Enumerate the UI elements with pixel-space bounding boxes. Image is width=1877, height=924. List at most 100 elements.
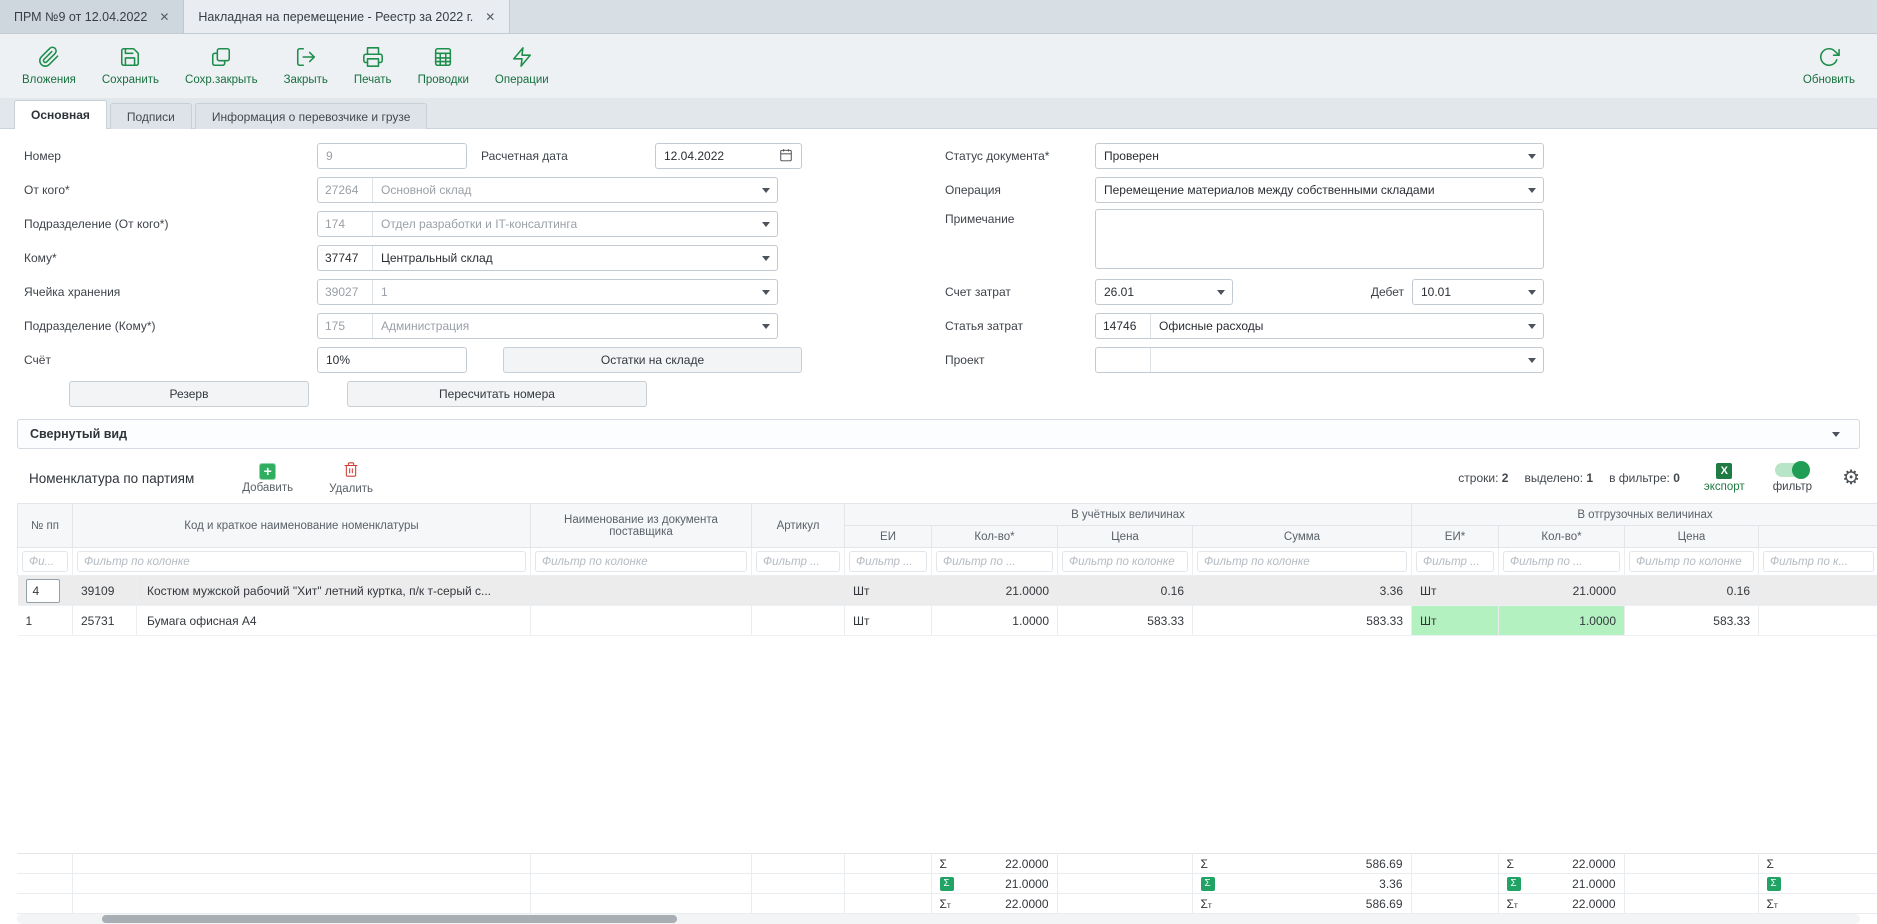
status-select[interactable]: Проверен xyxy=(1095,143,1544,169)
filter-input[interactable] xyxy=(756,551,840,572)
filter-input[interactable] xyxy=(535,551,747,572)
toggle-on-icon[interactable] xyxy=(1775,463,1809,477)
row-qty2-cell[interactable]: 1.0000 xyxy=(1499,606,1625,636)
row-supplier-cell[interactable] xyxy=(531,576,752,606)
operation-select[interactable]: Перемещение материалов между собственным… xyxy=(1095,177,1544,203)
dept-from-combo[interactable]: 174 Отдел разработки и IT-консалтинга xyxy=(317,211,778,237)
calc-date-input[interactable] xyxy=(664,149,773,163)
row-ei2-cell[interactable]: Шт xyxy=(1412,576,1499,606)
col-header-price2[interactable]: Цена xyxy=(1625,526,1759,548)
filter-input[interactable] xyxy=(849,551,927,572)
col-header-price1[interactable]: Цена xyxy=(1058,526,1193,548)
export-excel-button[interactable]: X экспорт xyxy=(1704,463,1745,493)
chevron-down-icon[interactable] xyxy=(1521,188,1543,193)
col-header-sum1[interactable]: Сумма xyxy=(1193,526,1412,548)
cost-item-combo[interactable]: 14746 Офисные расходы xyxy=(1095,313,1544,339)
debit-select[interactable]: 10.01 xyxy=(1412,279,1544,305)
filter-input[interactable] xyxy=(22,551,68,572)
chevron-down-icon[interactable] xyxy=(1521,358,1543,363)
row-num-cell[interactable]: 1 xyxy=(18,606,73,636)
col-header-ei2[interactable]: ЕИ* xyxy=(1412,526,1499,548)
col-header-supplier[interactable]: Наименование из документа поставщика xyxy=(531,504,752,548)
filter-input[interactable] xyxy=(1416,551,1494,572)
col-header-ei1[interactable]: ЕИ xyxy=(845,526,932,548)
account-field[interactable] xyxy=(317,347,467,373)
row-price2-cell[interactable]: 583.33 xyxy=(1625,606,1759,636)
chevron-down-icon[interactable] xyxy=(1825,432,1847,437)
close-tab-icon[interactable]: ✕ xyxy=(485,10,495,24)
operations-button[interactable]: Операции xyxy=(495,46,549,86)
row-qty1-cell[interactable]: 21.0000 xyxy=(932,576,1058,606)
row-name-cell[interactable]: 39109Костюм мужской рабочий "Хит" летний… xyxy=(73,576,531,606)
table-row[interactable]: 1 25731Бумага офисная А4 Шт 1.0000 583.3… xyxy=(18,606,1877,636)
filter-input[interactable] xyxy=(1062,551,1188,572)
stock-balance-button[interactable]: Остатки на складе xyxy=(503,347,802,373)
calendar-icon[interactable] xyxy=(779,148,793,165)
tab-carrier-cargo[interactable]: Информация о перевозчике и грузе xyxy=(195,103,428,129)
delete-row-button[interactable]: Удалить xyxy=(329,461,373,495)
chevron-down-icon[interactable] xyxy=(755,188,777,193)
col-header-name[interactable]: Код и краткое наименование номенклатуры xyxy=(73,504,531,548)
save-close-button[interactable]: Сохр.закрыть xyxy=(185,46,258,86)
to-combo[interactable]: 37747 Центральный склад xyxy=(317,245,778,271)
window-tab-document[interactable]: ПРМ №9 от 12.04.2022 ✕ xyxy=(0,0,184,33)
filter-input[interactable] xyxy=(77,551,526,572)
col-header-qty2[interactable]: Кол-во* xyxy=(1499,526,1625,548)
chevron-down-icon[interactable] xyxy=(1210,290,1232,295)
account-input[interactable] xyxy=(326,353,458,367)
row-cut-cell[interactable] xyxy=(1759,606,1877,636)
row-name-cell[interactable]: 25731Бумага офисная А4 xyxy=(73,606,531,636)
storage-cell-combo[interactable]: 39027 1 xyxy=(317,279,778,305)
chevron-down-icon[interactable] xyxy=(1521,290,1543,295)
row-cut-cell[interactable] xyxy=(1759,576,1877,606)
row-sum1-cell[interactable]: 3.36 xyxy=(1193,576,1412,606)
col-header-qty1[interactable]: Кол-во* xyxy=(932,526,1058,548)
note-textarea[interactable] xyxy=(1095,209,1544,269)
number-field[interactable] xyxy=(317,143,467,169)
row-article-cell[interactable] xyxy=(752,576,845,606)
row-supplier-cell[interactable] xyxy=(531,606,752,636)
collapsed-view-bar[interactable]: Свернутый вид xyxy=(17,419,1860,449)
horizontal-scrollbar[interactable] xyxy=(17,914,1860,924)
filter-input[interactable] xyxy=(1763,551,1874,572)
save-button[interactable]: Сохранить xyxy=(102,46,159,86)
filter-input[interactable] xyxy=(1197,551,1407,572)
row-article-cell[interactable] xyxy=(752,606,845,636)
tab-signatures[interactable]: Подписи xyxy=(110,103,192,129)
row-sum1-cell[interactable]: 583.33 xyxy=(1193,606,1412,636)
print-button[interactable]: Печать xyxy=(354,46,392,86)
window-tab-registry[interactable]: Накладная на перемещение - Реестр за 202… xyxy=(184,0,510,33)
row-qty1-cell[interactable]: 1.0000 xyxy=(932,606,1058,636)
from-combo[interactable]: 27264 Основной склад xyxy=(317,177,778,203)
row-price2-cell[interactable]: 0.16 xyxy=(1625,576,1759,606)
col-header-article[interactable]: Артикул xyxy=(752,504,845,548)
tab-main[interactable]: Основная xyxy=(14,100,107,129)
chevron-down-icon[interactable] xyxy=(755,222,777,227)
project-combo[interactable] xyxy=(1095,347,1544,373)
chevron-down-icon[interactable] xyxy=(755,256,777,261)
row-ei1-cell[interactable]: Шт xyxy=(845,606,932,636)
filter-toggle[interactable]: фильтр xyxy=(1773,463,1812,493)
dept-to-combo[interactable]: 175 Администрация xyxy=(317,313,778,339)
recalc-numbers-button[interactable]: Пересчитать номера xyxy=(347,381,647,407)
chevron-down-icon[interactable] xyxy=(755,324,777,329)
row-ei1-cell[interactable]: Шт xyxy=(845,576,932,606)
row-price1-cell[interactable]: 0.16 xyxy=(1058,576,1193,606)
col-header-cut[interactable] xyxy=(1759,526,1877,548)
refresh-button[interactable]: Обновить xyxy=(1803,46,1855,86)
cost-account-select[interactable]: 26.01 xyxy=(1095,279,1233,305)
row-price1-cell[interactable]: 583.33 xyxy=(1058,606,1193,636)
chevron-down-icon[interactable] xyxy=(1521,324,1543,329)
attachments-button[interactable]: Вложения xyxy=(22,46,76,86)
close-tab-icon[interactable]: ✕ xyxy=(159,10,169,24)
chevron-down-icon[interactable] xyxy=(755,290,777,295)
chevron-down-icon[interactable] xyxy=(1521,154,1543,159)
scrollbar-thumb[interactable] xyxy=(102,915,677,923)
gear-icon[interactable]: ⚙ xyxy=(1842,468,1860,488)
col-header-num[interactable]: № пп xyxy=(18,504,73,548)
row-num-cell[interactable]: 4 xyxy=(18,576,73,606)
table-row[interactable]: 4 39109Костюм мужской рабочий "Хит" летн… xyxy=(18,576,1877,606)
filter-input[interactable] xyxy=(936,551,1053,572)
row-qty2-cell[interactable]: 21.0000 xyxy=(1499,576,1625,606)
close-button[interactable]: Закрыть xyxy=(284,46,328,86)
